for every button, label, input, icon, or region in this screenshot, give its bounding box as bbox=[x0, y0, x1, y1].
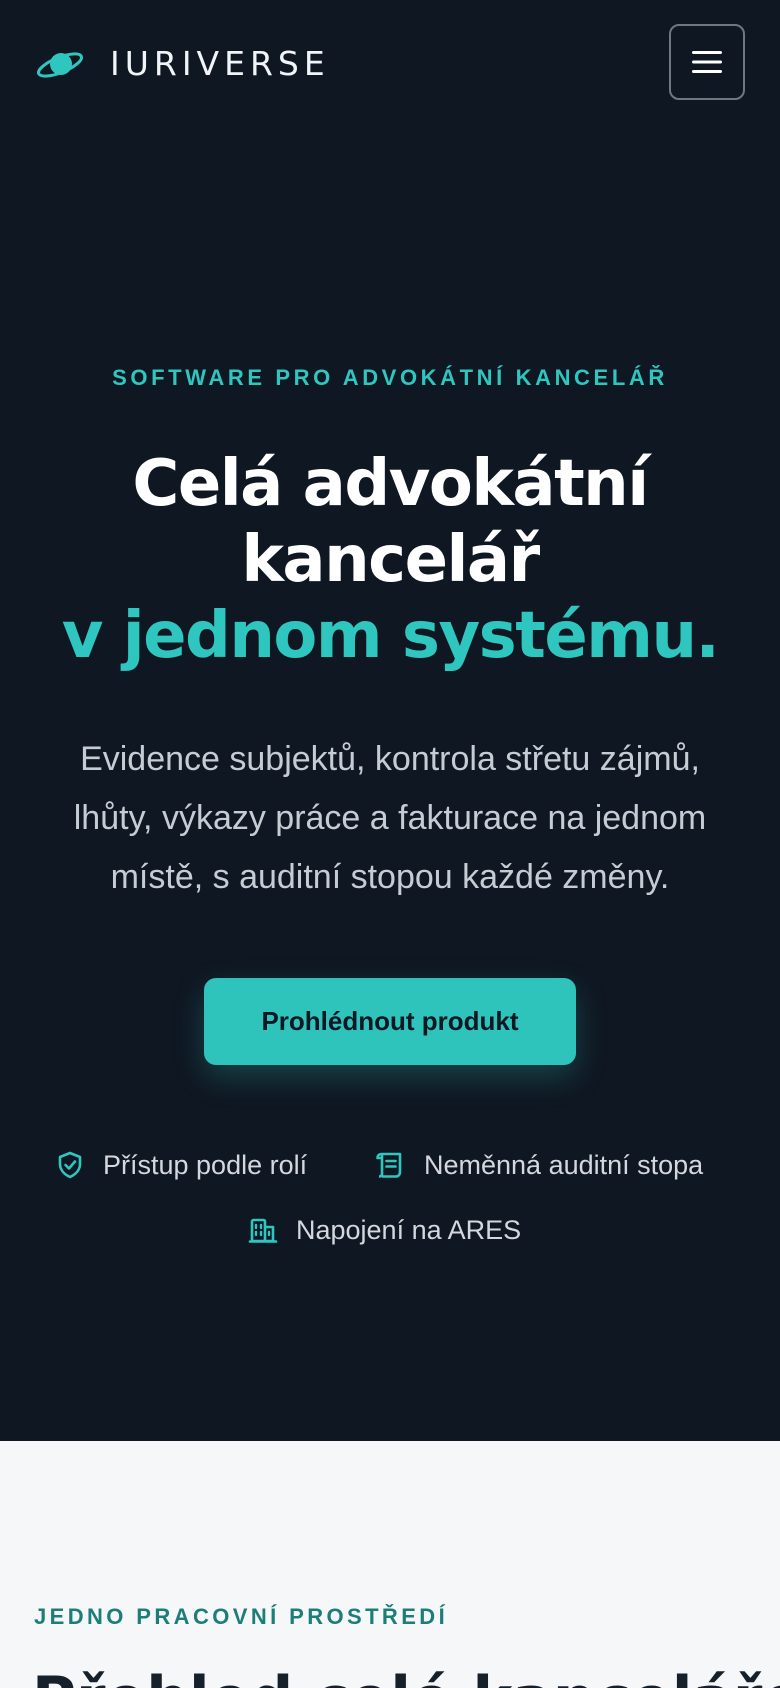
feature-ares: Napojení na ARES bbox=[248, 1213, 521, 1247]
brand-name: IURIVERSE bbox=[110, 44, 330, 83]
workspace-section: JEDNO PRACOVNÍ PROSTŘEDÍ Přehled celé ka… bbox=[0, 1441, 780, 1688]
planet-ring-icon bbox=[36, 52, 84, 78]
feature-role-access: Přístup podle rolí bbox=[55, 1148, 307, 1182]
scroll-icon bbox=[376, 1152, 402, 1178]
headline-line-1: Celá advokátní bbox=[132, 447, 649, 521]
headline-accent: v jednom systému. bbox=[61, 599, 720, 673]
site-header: IURIVERSE bbox=[0, 0, 780, 130]
feature-label: Přístup podle rolí bbox=[103, 1150, 308, 1180]
hero-eyebrow: SOFTWARE PRO ADVOKÁTNÍ KANCELÁŘ bbox=[112, 365, 668, 390]
menu-button[interactable] bbox=[669, 24, 745, 100]
hamburger-menu-icon bbox=[692, 51, 722, 73]
building-icon bbox=[248, 1218, 278, 1243]
shield-check-icon bbox=[58, 1151, 82, 1179]
feature-label: Neměnná auditní stopa bbox=[424, 1150, 704, 1180]
feature-label: Napojení na ARES bbox=[296, 1215, 522, 1245]
hero-section: IURIVERSE SOFTWARE PRO ADVOKÁTNÍ KANCELÁ… bbox=[0, 0, 780, 1441]
brand-logo[interactable]: IURIVERSE bbox=[35, 44, 330, 84]
section-eyebrow: JEDNO PRACOVNÍ PROSTŘEDÍ bbox=[34, 1604, 449, 1629]
headline-line-2: kancelář bbox=[241, 523, 540, 597]
feature-audit-trail: Neměnná auditní stopa bbox=[374, 1148, 703, 1182]
view-product-button[interactable]: Prohlédnout produkt bbox=[204, 978, 576, 1065]
hero-headline: Celá advokátní kancelář v jednom systému… bbox=[40, 446, 740, 674]
section-heading: Přehled celé kanceláře bbox=[32, 1663, 780, 1688]
hero-subtitle: Evidence subjektů, kontrola střetu zájmů… bbox=[73, 740, 707, 896]
